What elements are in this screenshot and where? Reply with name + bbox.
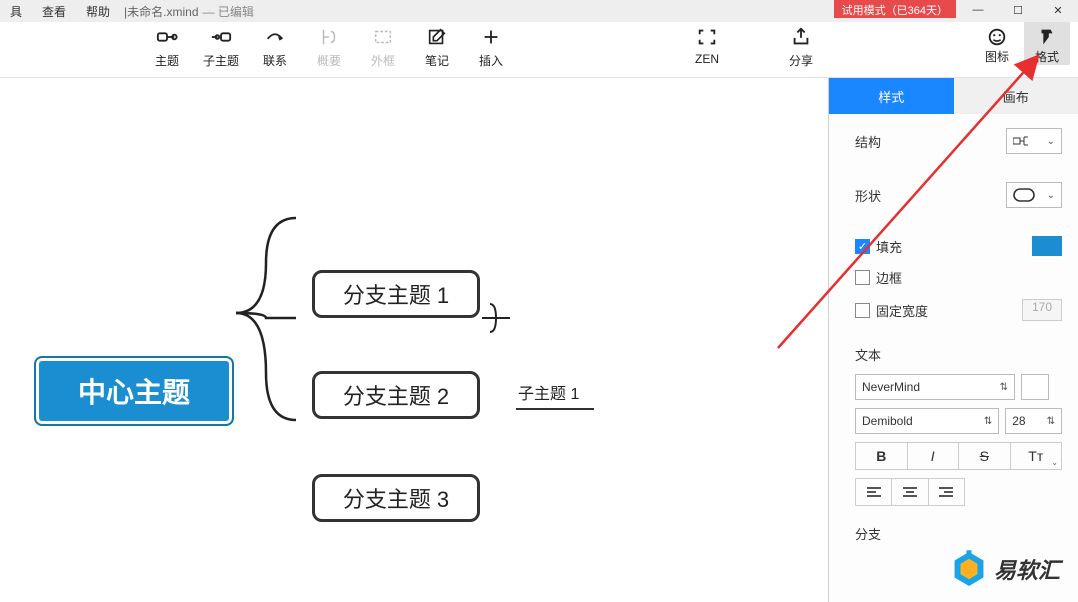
panel-icons-button[interactable]: 图标: [974, 22, 1020, 65]
menu-view[interactable]: 查看: [32, 3, 76, 20]
close-button[interactable]: ✕: [1038, 0, 1078, 20]
chevron-down-icon: ⌄: [1047, 136, 1055, 147]
fill-color-swatch[interactable]: [1032, 236, 1062, 256]
align-right-icon: [939, 487, 953, 497]
updown-icon: ⇅: [984, 416, 992, 427]
smile-icon: [986, 26, 1008, 48]
minimize-button[interactable]: —: [958, 0, 998, 20]
topic-icon: [156, 26, 178, 48]
font-color-button[interactable]: [1021, 374, 1049, 400]
fill-label: 填充: [876, 237, 902, 256]
plus-icon: [480, 26, 502, 48]
chevron-down-icon: ⌄: [1047, 190, 1055, 201]
text-align-row: [855, 478, 965, 506]
tool-link[interactable]: 联系: [248, 22, 302, 69]
tool-share[interactable]: 分享: [774, 22, 828, 69]
subtopic-icon: [210, 26, 232, 48]
zen-icon: [696, 26, 718, 48]
fill-checkbox[interactable]: ✓: [855, 239, 870, 254]
strike-button[interactable]: S: [959, 443, 1011, 469]
tool-frame: 外框: [356, 22, 410, 69]
fixedwidth-input[interactable]: 170: [1022, 299, 1062, 321]
align-right-button[interactable]: [929, 479, 964, 505]
filename-label: |未命名.xmind: [124, 3, 198, 20]
edited-label: — 已编辑: [203, 3, 254, 20]
fixedwidth-label: 固定宽度: [876, 301, 928, 320]
menu-tools[interactable]: 具: [0, 3, 32, 20]
fixedwidth-checkbox[interactable]: [855, 303, 870, 318]
shape-label: 形状: [855, 186, 881, 205]
subtopic-1[interactable]: 子主题 1: [518, 380, 579, 404]
text-format-row: B I S Tᴛ⌄: [855, 442, 1062, 470]
tool-topic[interactable]: 主题: [140, 22, 194, 69]
watermark: 易软汇: [952, 550, 1060, 588]
italic-button[interactable]: I: [908, 443, 960, 469]
branch-topic-2[interactable]: 分支主题 2: [312, 371, 480, 419]
structure-dropdown[interactable]: ⌄: [1006, 128, 1062, 154]
tool-zen[interactable]: ZEN: [680, 22, 734, 66]
tool-insert[interactable]: 插入: [464, 22, 518, 69]
link-icon: [264, 26, 286, 48]
central-topic[interactable]: 中心主题: [34, 356, 234, 426]
font-weight-dropdown[interactable]: Demibold ⇅: [855, 408, 999, 434]
border-label: 边框: [876, 268, 902, 287]
panel-format-button[interactable]: 格式: [1024, 22, 1070, 65]
note-icon: [426, 26, 448, 48]
summary-icon: [318, 26, 340, 48]
tab-style[interactable]: 样式: [829, 78, 954, 114]
window-controls: — ☐ ✕: [958, 0, 1078, 20]
watermark-icon: [952, 550, 986, 588]
watermark-text: 易软汇: [994, 553, 1060, 585]
subtopic-underline: [516, 408, 594, 410]
border-checkbox[interactable]: [855, 270, 870, 285]
share-icon: [790, 26, 812, 48]
structure-icon: [1013, 134, 1033, 148]
tool-subtopic[interactable]: 子主题: [194, 22, 248, 69]
branch-section-label: 分支: [855, 524, 1062, 543]
trial-badge[interactable]: 试用模式（已364天）: [834, 0, 956, 18]
updown-icon: ⇅: [1000, 382, 1008, 393]
toolbar: 主题 子主题 联系 概要 外框 笔记 插入 ZEN 分享 图标: [0, 22, 1078, 78]
mindmap-canvas[interactable]: 中心主题 分支主题 1 分支主题 2 分支主题 3 子主题 1: [0, 78, 828, 602]
font-family-dropdown[interactable]: NeverMind ⇅: [855, 374, 1015, 400]
maximize-button[interactable]: ☐: [998, 0, 1038, 20]
tool-summary: 概要: [302, 22, 356, 69]
format-icon: [1036, 26, 1058, 48]
shape-dropdown[interactable]: ⌄: [1006, 182, 1062, 208]
menu-help[interactable]: 帮助: [76, 3, 120, 20]
case-button[interactable]: Tᴛ⌄: [1011, 443, 1062, 469]
format-panel: 样式 画布 结构 ⌄ 形状 ⌄ ✓ 填充 边框: [828, 78, 1078, 602]
font-size-dropdown[interactable]: 28 ⇅: [1005, 408, 1062, 434]
shape-icon: [1013, 188, 1035, 202]
panel-tabs: 样式 画布: [829, 78, 1078, 114]
align-left-icon: [867, 487, 881, 497]
structure-label: 结构: [855, 132, 881, 151]
chevron-down-icon: ⌄: [1051, 458, 1058, 467]
frame-icon: [372, 26, 394, 48]
connectors: [0, 78, 828, 602]
tab-canvas[interactable]: 画布: [954, 78, 1078, 114]
text-section-label: 文本: [855, 345, 1062, 364]
branch-topic-1[interactable]: 分支主题 1: [312, 270, 480, 318]
align-center-icon: [903, 487, 917, 497]
align-left-button[interactable]: [856, 479, 892, 505]
bold-button[interactable]: B: [856, 443, 908, 469]
branch-topic-3[interactable]: 分支主题 3: [312, 474, 480, 522]
align-center-button[interactable]: [892, 479, 928, 505]
updown-icon: ⇅: [1047, 416, 1055, 427]
tool-note[interactable]: 笔记: [410, 22, 464, 69]
